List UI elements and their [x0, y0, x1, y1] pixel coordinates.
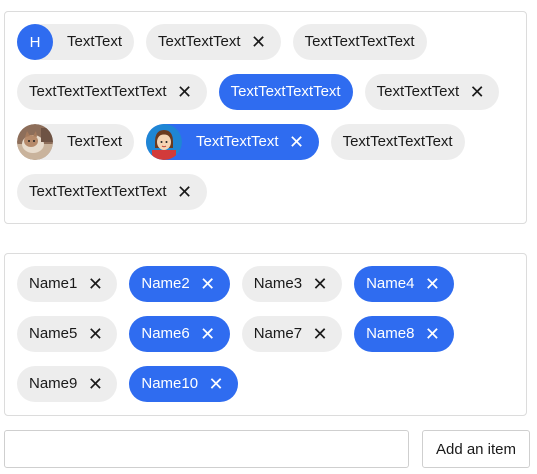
- cat-photo-avatar: [17, 124, 53, 160]
- close-icon[interactable]: ✕: [83, 322, 107, 346]
- close-icon[interactable]: ✕: [247, 30, 271, 54]
- close-icon[interactable]: ✕: [173, 180, 197, 204]
- chip-label: TextTextText: [376, 83, 460, 100]
- name-chip-item[interactable]: Name2 ✕: [129, 266, 230, 302]
- chip-label: TextTextTextText: [304, 33, 415, 50]
- name-chips-panel: Name1 ✕ Name2 ✕ Name3 ✕ Name4 ✕ Name5 ✕ Name6 ✕ Name…: [4, 253, 527, 416]
- chip-item[interactable]: TextTextText ✕: [146, 24, 281, 60]
- chip-label: TextTextTextTextText: [29, 183, 167, 200]
- name-chip-item[interactable]: Name1 ✕: [17, 266, 118, 302]
- chips-panel-top: H TextText TextTextText ✕ TextTextTextText Te…: [4, 11, 527, 224]
- chip-label: TextTextText: [196, 133, 279, 150]
- chip-item[interactable]: TextTextTextTextText ✕: [17, 74, 207, 110]
- chip-label: TextTextTextText: [230, 83, 341, 100]
- close-icon[interactable]: ✕: [196, 322, 220, 346]
- chip-label: TextText: [67, 133, 123, 150]
- close-icon[interactable]: ✕: [308, 322, 332, 346]
- chip-item[interactable]: TextTextTextTextText ✕: [17, 174, 207, 210]
- close-icon[interactable]: ✕: [83, 272, 107, 296]
- close-icon[interactable]: ✕: [196, 272, 220, 296]
- name-chip-item[interactable]: Name8 ✕: [354, 316, 455, 352]
- chip-item[interactable]: TextTextTextText: [330, 124, 465, 160]
- name-chip-item[interactable]: Name7 ✕: [241, 316, 343, 352]
- close-icon[interactable]: ✕: [308, 272, 332, 296]
- chip-label: TextText: [67, 33, 123, 50]
- name-chip-item[interactable]: Name9 ✕: [17, 366, 118, 402]
- add-item-row: Add an item: [4, 430, 530, 468]
- close-icon[interactable]: ✕: [420, 322, 444, 346]
- name-chip-item[interactable]: Name3 ✕: [241, 266, 343, 302]
- chip-label: Name9: [29, 375, 78, 392]
- chip-label: Name10: [141, 375, 199, 392]
- cartoon-person-avatar: [146, 124, 183, 160]
- new-item-input[interactable]: [4, 430, 409, 468]
- chip-list: H TextText TextTextText ✕ TextTextTextText Te…: [5, 12, 526, 224]
- close-icon[interactable]: ✕: [465, 80, 489, 104]
- name-chip-item[interactable]: Name10 ✕: [129, 366, 239, 402]
- chip-label: Name2: [141, 275, 190, 292]
- chip-item[interactable]: TextTextText ✕: [146, 124, 319, 160]
- chip-item[interactable]: TextTextTextText: [218, 74, 353, 110]
- chip-label: Name8: [366, 325, 415, 342]
- chip-label: Name1: [29, 275, 78, 292]
- close-icon[interactable]: ✕: [173, 80, 197, 104]
- chip-label: TextTextTextTextText: [29, 83, 167, 100]
- chip-label: TextTextTextText: [342, 133, 453, 150]
- close-icon[interactable]: ✕: [204, 372, 228, 396]
- avatar-letter: H: [17, 24, 53, 60]
- close-icon[interactable]: ✕: [83, 372, 107, 396]
- close-icon[interactable]: ✕: [420, 272, 444, 296]
- chip-label: Name4: [366, 275, 415, 292]
- name-chip-item[interactable]: Name4 ✕: [354, 266, 455, 302]
- close-icon[interactable]: ✕: [285, 130, 309, 154]
- name-chip-item[interactable]: Name5 ✕: [17, 316, 118, 352]
- chip-label: Name6: [141, 325, 190, 342]
- chip-item[interactable]: TextText: [17, 124, 135, 160]
- name-chip-list: Name1 ✕ Name2 ✕ Name3 ✕ Name4 ✕ Name5 ✕ Name6 ✕ Name…: [5, 254, 526, 416]
- chips-demo-window: H TextText TextTextText ✕ TextTextTextText Te…: [0, 0, 537, 474]
- chip-label: Name5: [29, 325, 78, 342]
- add-item-button[interactable]: Add an item: [422, 430, 530, 468]
- chip-item[interactable]: TextTextTextText: [292, 24, 427, 60]
- chip-item[interactable]: H TextText: [17, 24, 135, 60]
- chip-label: Name3: [253, 275, 303, 292]
- name-chip-item[interactable]: Name6 ✕: [129, 316, 230, 352]
- chip-label: TextTextText: [158, 33, 241, 50]
- chip-label: Name7: [253, 325, 303, 342]
- chip-item[interactable]: TextTextText ✕: [364, 74, 500, 110]
